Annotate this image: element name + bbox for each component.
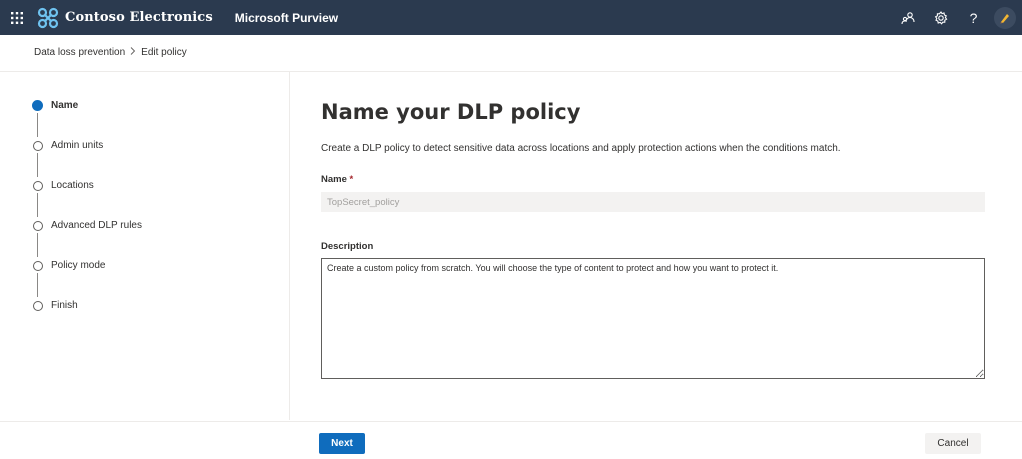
people-icon[interactable] <box>891 0 924 35</box>
breadcrumb: Data loss prevention Edit policy <box>34 47 187 58</box>
footer-divider <box>0 421 1022 422</box>
name-label-text: Name <box>321 174 347 185</box>
step-indicator-icon <box>32 100 43 111</box>
step-label: Name <box>51 100 79 111</box>
avatar-icon[interactable] <box>994 6 1016 29</box>
step-label: Locations <box>51 180 94 191</box>
step-connector <box>37 273 38 297</box>
breadcrumb-item-edit-policy: Edit policy <box>141 47 187 58</box>
policy-name-input[interactable] <box>321 192 985 212</box>
step-indicator-icon <box>33 221 43 231</box>
top-bar: Contoso Electronics Microsoft Purview ? <box>0 0 1022 35</box>
step-label: Policy mode <box>51 260 106 271</box>
step-connector <box>37 113 38 137</box>
page-subtitle: Create a DLP policy to detect sensitive … <box>321 143 841 154</box>
org-name[interactable]: Contoso Electronics <box>65 10 213 25</box>
gear-icon[interactable] <box>924 0 957 35</box>
app-launcher-icon[interactable] <box>0 0 34 35</box>
step-indicator-icon <box>33 301 43 311</box>
step-connector <box>37 193 38 217</box>
next-button[interactable]: Next <box>319 433 365 454</box>
step-indicator-icon <box>33 141 43 151</box>
product-name[interactable]: Microsoft Purview <box>235 11 338 25</box>
breadcrumb-item-dlp[interactable]: Data loss prevention <box>34 47 125 58</box>
step-connector <box>37 153 38 177</box>
description-field-label: Description <box>321 241 374 252</box>
cancel-button[interactable]: Cancel <box>925 433 981 454</box>
step-label: Admin units <box>51 140 104 151</box>
step-indicator-icon <box>33 181 43 191</box>
header-divider <box>0 71 1022 72</box>
contoso-logo-icon <box>37 7 59 29</box>
required-marker: * <box>349 174 354 185</box>
panel-divider <box>289 72 290 420</box>
step-label: Advanced DLP rules <box>51 220 142 231</box>
name-field-label: Name * <box>321 174 353 185</box>
step-connector <box>37 233 38 257</box>
step-label: Finish <box>51 300 78 311</box>
page-title: Name your DLP policy <box>321 100 581 124</box>
step-indicator-icon <box>33 261 43 271</box>
description-textarea[interactable]: Create a custom policy from scratch. You… <box>321 258 985 379</box>
chevron-right-icon <box>130 47 136 58</box>
help-icon[interactable]: ? <box>957 0 990 35</box>
